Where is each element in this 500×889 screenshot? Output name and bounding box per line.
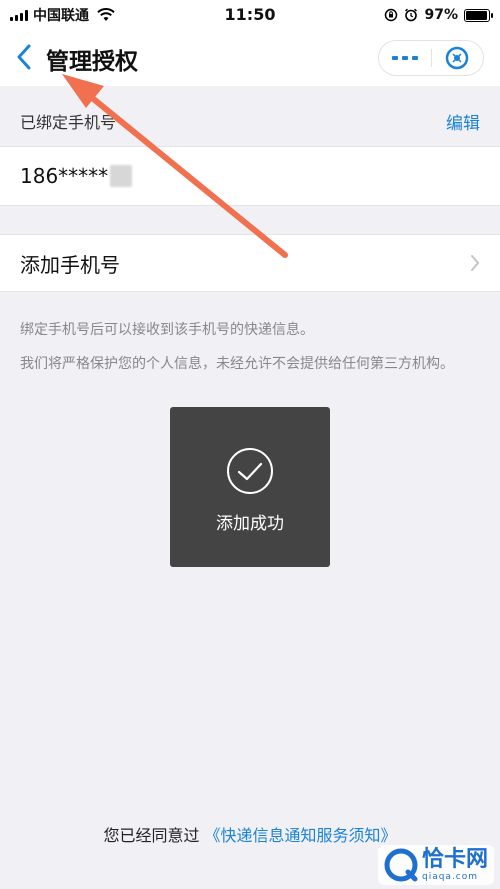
back-button[interactable]: [16, 42, 42, 72]
info-notes: 绑定手机号后可以接收到该手机号的快递信息。 我们将严格保护您的个人信息，未经允许…: [20, 318, 482, 376]
note-line-1: 绑定手机号后可以接收到该手机号的快递信息。: [20, 322, 314, 338]
bound-phone-header: 已绑定手机号 编辑: [0, 96, 500, 146]
agreement-link[interactable]: 《快递信息通知服务须知》: [205, 826, 397, 845]
more-button[interactable]: [379, 41, 431, 75]
bound-phone-number: 186*****: [20, 164, 109, 188]
success-toast: 添加成功: [170, 407, 330, 567]
signal-icon: [10, 9, 28, 21]
note-line-2: 我们将严格保护您的个人信息，未经允许不会提供给任何第三方机构。: [20, 356, 454, 372]
add-phone-label: 添加手机号: [20, 252, 120, 277]
orientation-lock-icon: [385, 8, 398, 22]
watermark: 恰卡网 qiaqa.com: [377, 845, 494, 885]
battery-icon: [464, 8, 493, 22]
chevron-right-icon: [471, 255, 480, 271]
close-button[interactable]: [432, 41, 484, 75]
edit-button[interactable]: 编辑: [446, 109, 480, 134]
carrier-name: 中国联通: [33, 8, 89, 24]
battery-percent: 97%: [424, 7, 458, 23]
alarm-icon: [405, 8, 418, 22]
chevron-left-icon: [17, 44, 31, 70]
watermark-url: qiaqa.com: [421, 871, 479, 882]
more-icon: [391, 56, 418, 60]
agreement-prefix: 您已经同意过: [103, 826, 200, 845]
watermark-logo-icon: [384, 848, 418, 882]
page-title: 管理授权: [46, 49, 138, 75]
nav-bar: 管理授权: [0, 30, 500, 86]
mini-program-capsule: [378, 40, 484, 76]
add-phone-row[interactable]: 添加手机号: [0, 234, 500, 292]
agreement-footer: 您已经同意过 《快递信息通知服务须知》: [0, 822, 500, 846]
wifi-icon: [97, 8, 115, 21]
phone-redaction: [110, 165, 133, 187]
watermark-name: 恰卡网: [421, 846, 488, 872]
status-bar: 中国联通 11:50 97%: [0, 0, 500, 30]
bound-phone-row: 186*****: [0, 146, 500, 206]
section-title: 已绑定手机号: [20, 113, 117, 132]
battery-fill: [466, 10, 488, 20]
toast-message: 添加成功: [216, 514, 284, 534]
checkmark-icon: [227, 448, 273, 494]
close-circle-icon: [446, 46, 469, 70]
